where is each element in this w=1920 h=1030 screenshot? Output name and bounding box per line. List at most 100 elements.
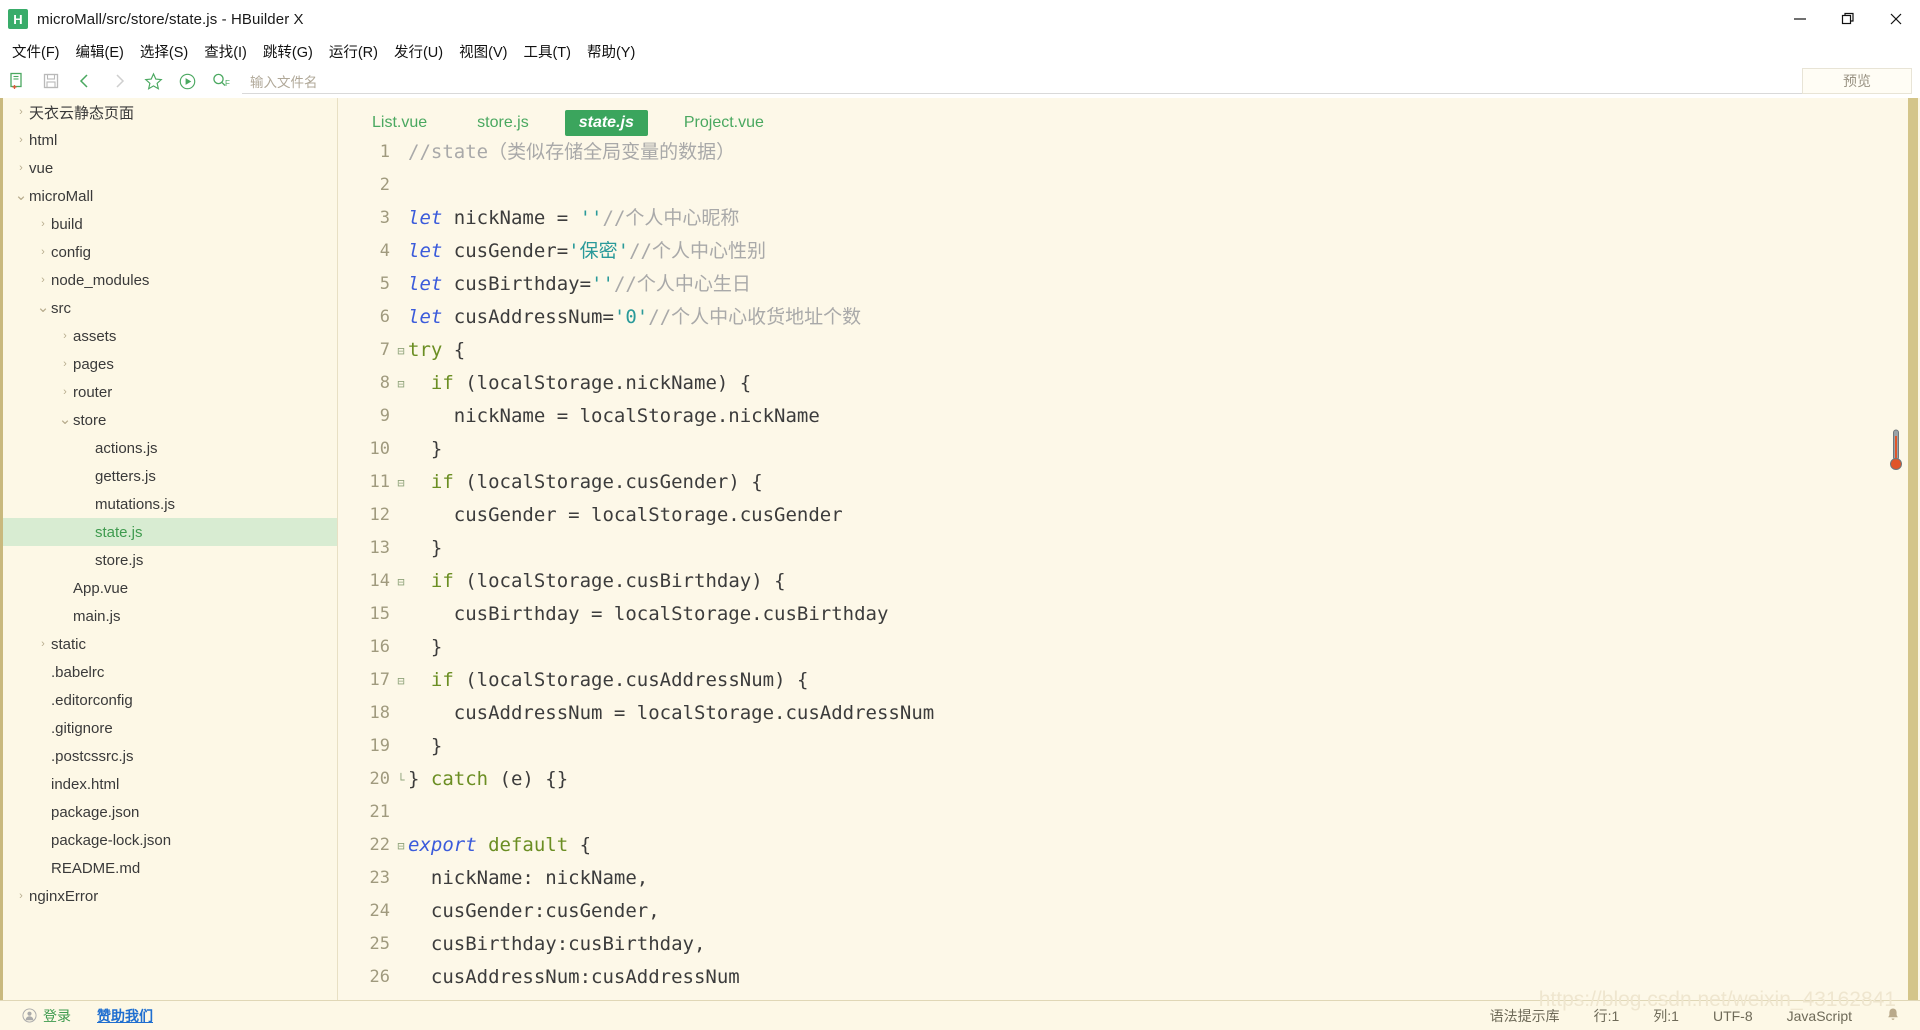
tree-item-main.js[interactable]: ›main.js [3,602,337,630]
tree-item-static[interactable]: › static [3,630,337,658]
code-line[interactable]: 22 ⊟ export default { [338,829,1920,862]
code-line[interactable]: 2 [338,169,1920,202]
fold-marker-icon[interactable]: └ [394,774,408,786]
run-icon[interactable] [170,66,204,96]
code-line[interactable]: 23 nickName: nickName, [338,862,1920,895]
editor-tab-store-js[interactable]: store.js [463,110,543,136]
tree-item-app.vue[interactable]: ›App.vue [3,574,337,602]
code-line[interactable]: 12 cusGender = localStorage.cusGender [338,499,1920,532]
chevron-right-icon[interactable]: › [57,358,73,370]
fold-marker-icon[interactable]: ⊟ [394,345,408,357]
tree-item-.babelrc[interactable]: ›.babelrc [3,658,337,686]
tree-item-.postcssrc.js[interactable]: ›.postcssrc.js [3,742,337,770]
editor-vertical-scrollbar[interactable] [1904,98,1920,1000]
editor-tab-state-js[interactable]: state.js [564,110,648,136]
menu-item-5[interactable]: 运行(R) [321,39,386,64]
code-line[interactable]: 26 cusAddressNum:cusAddressNum [338,961,1920,994]
code-editor[interactable]: 1//state（类似存储全局变量的数据） 2 3 let nickName = ''… [338,136,1920,1000]
line-indicator[interactable]: 行:1 [1594,1006,1620,1026]
chevron-right-icon[interactable]: › [35,638,51,650]
tree-item-vue[interactable]: › vue [3,154,337,182]
code-line[interactable]: 20 └} catch (e) {} [338,763,1920,796]
login-button[interactable]: 登录 [22,1006,71,1026]
menu-item-3[interactable]: 查找(I) [196,39,255,64]
menu-item-2[interactable]: 选择(S) [132,39,196,64]
menu-item-7[interactable]: 视图(V) [451,39,515,64]
language-indicator[interactable]: JavaScript [1787,1008,1852,1024]
preview-button[interactable]: 预览 [1802,68,1912,94]
tree-item-build[interactable]: › build [3,210,337,238]
code-line[interactable]: 16 } [338,631,1920,664]
code-line[interactable]: 11 ⊟ if (localStorage.cusGender) { [338,466,1920,499]
tree-item-index.html[interactable]: ›index.html [3,770,337,798]
tree-item-micromall[interactable]: ⌄ microMall [3,182,337,210]
tree-item-store.js[interactable]: ›store.js [3,546,337,574]
maximize-button[interactable] [1824,0,1872,38]
chevron-right-icon[interactable]: › [13,162,29,174]
minimize-button[interactable] [1776,0,1824,38]
tree-item-src[interactable]: ⌄ src [3,294,337,322]
menu-item-0[interactable]: 文件(F) [4,39,68,64]
code-line[interactable]: 9 nickName = localStorage.nickName [338,400,1920,433]
code-line[interactable]: 4 let cusGender='保密'//个人中心性别 [338,235,1920,268]
search-input[interactable]: 输入文件名 [242,68,1802,94]
editor-tab-Project-vue[interactable]: Project.vue [670,110,778,136]
code-line[interactable]: 21 [338,796,1920,829]
chevron-right-icon[interactable]: › [35,246,51,258]
code-line[interactable]: 8 ⊟ if (localStorage.nickName) { [338,367,1920,400]
tree-item-[interactable]: › 天衣云静态页面 [3,98,337,126]
code-line[interactable]: 6 let cusAddressNum='0'//个人中心收货地址个数 [338,301,1920,334]
tree-item-pages[interactable]: › pages [3,350,337,378]
tree-item-store[interactable]: ⌄ store [3,406,337,434]
menu-item-8[interactable]: 工具(T) [515,39,579,64]
fold-marker-icon[interactable]: ⊟ [394,675,408,687]
code-line[interactable]: 17 ⊟ if (localStorage.cusAddressNum) { [338,664,1920,697]
project-tree[interactable]: › 天衣云静态页面 › html › vue ⌄ microMall › build › config… [0,98,338,1000]
tree-item-actions.js[interactable]: ›actions.js [3,434,337,462]
code-line[interactable]: 3 let nickName = ''//个人中心昵称 [338,202,1920,235]
code-line[interactable]: 18 cusAddressNum = localStorage.cusAddre… [338,697,1920,730]
code-line[interactable]: 14 ⊟ if (localStorage.cusBirthday) { [338,565,1920,598]
code-line[interactable]: 19 } [338,730,1920,763]
save-icon[interactable] [34,66,68,96]
tree-item-getters.js[interactable]: ›getters.js [3,462,337,490]
chevron-right-icon[interactable]: › [13,134,29,146]
search-file-icon[interactable]: F [204,66,238,96]
encoding-indicator[interactable]: UTF-8 [1713,1008,1753,1024]
back-arrow-icon[interactable] [68,66,102,96]
code-line[interactable]: 5 let cusBirthday=''//个人中心生日 [338,268,1920,301]
chevron-right-icon[interactable]: › [35,274,51,286]
fold-marker-icon[interactable]: ⊟ [394,576,408,588]
notification-bell-icon[interactable] [1886,1007,1900,1025]
tree-item-packagelock.json[interactable]: ›package-lock.json [3,826,337,854]
syntax-library-status[interactable]: 语法提示库 [1490,1006,1560,1026]
fold-marker-icon[interactable]: ⊟ [394,477,408,489]
tree-item-.editorconfig[interactable]: ›.editorconfig [3,686,337,714]
chevron-right-icon[interactable]: › [13,106,29,118]
tree-item-assets[interactable]: › assets [3,322,337,350]
column-indicator[interactable]: 列:1 [1653,1006,1679,1026]
menu-item-4[interactable]: 跳转(G) [255,39,321,64]
chevron-right-icon[interactable]: › [57,330,73,342]
chevron-down-icon[interactable]: ⌄ [35,300,51,315]
tree-item-router[interactable]: › router [3,378,337,406]
tree-item-config[interactable]: › config [3,238,337,266]
tree-item-html[interactable]: › html [3,126,337,154]
tree-item-mutations.js[interactable]: ›mutations.js [3,490,337,518]
new-file-icon[interactable] [0,66,34,96]
close-button[interactable] [1872,0,1920,38]
chevron-down-icon[interactable]: ⌄ [57,412,73,427]
chevron-right-icon[interactable]: › [57,386,73,398]
code-line[interactable]: 24 cusGender:cusGender, [338,895,1920,928]
code-line[interactable]: 25 cusBirthday:cusBirthday, [338,928,1920,961]
chevron-right-icon[interactable]: › [35,218,51,230]
menu-item-9[interactable]: 帮助(Y) [579,39,643,64]
scrollbar-track[interactable] [1908,98,1918,1000]
forward-arrow-icon[interactable] [102,66,136,96]
tree-item-state.js[interactable]: ›state.js [3,518,337,546]
tree-item-nginxerror[interactable]: › nginxError [3,882,337,910]
tree-item-readme.md[interactable]: ›README.md [3,854,337,882]
code-line[interactable]: 7 ⊟ try { [338,334,1920,367]
menu-item-6[interactable]: 发行(U) [386,39,451,64]
editor-tab-List-vue[interactable]: List.vue [358,110,441,136]
